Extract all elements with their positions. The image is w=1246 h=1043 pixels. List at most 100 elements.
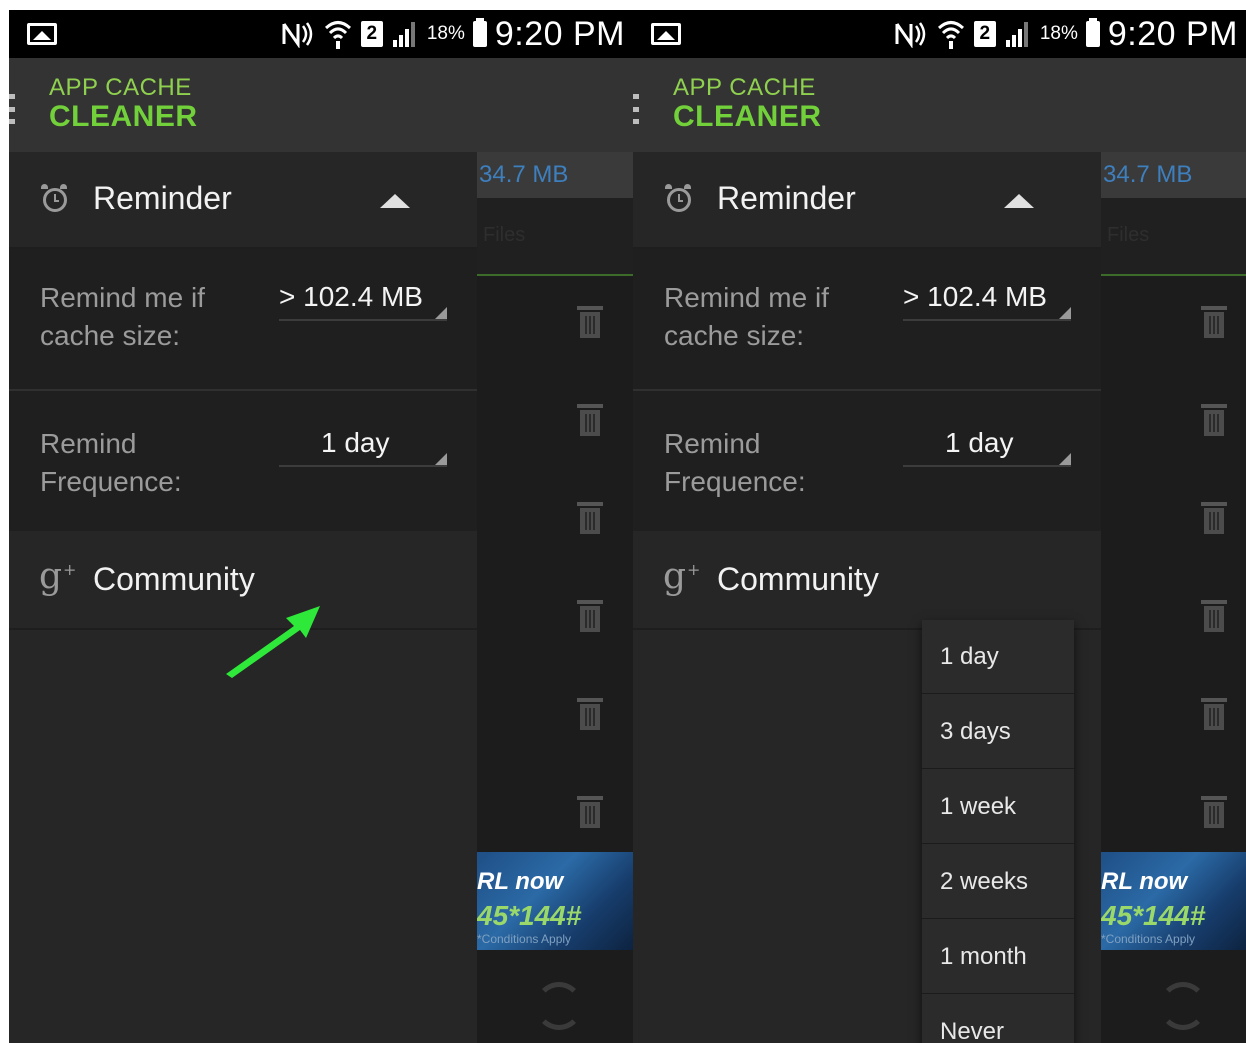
community-label: Community [93,561,255,597]
signal-icon [391,20,419,48]
battery-percent: 18% [1039,23,1078,44]
frequency-spinner-value: 1 day [945,427,1014,458]
frequency-setting-row: Remind Frequence: 1 day [633,391,1101,531]
frequency-dropdown: 1 day 3 days 1 week 2 weeks 1 month Neve… [922,620,1074,1043]
cache-size-spinner-value: > 102.4 MB [279,281,423,312]
nfc-mute-icon [894,20,928,48]
navigation-drawer: Reminder Remind me if cache size: > 102.… [9,152,477,1043]
ad-line2: 45*144# [1101,900,1206,931]
frequency-option[interactable]: 1 month [922,920,1074,994]
main-content-behind-drawer: 34.7 MB l Files RL now 45*144# *Conditio… [473,152,633,1043]
battery-icon [472,18,487,47]
ad-banner[interactable]: RL now 45*144# *Conditions Apply [1101,852,1246,950]
frequency-spinner[interactable]: 1 day [279,427,447,467]
drawer-toggle-icon[interactable] [9,94,15,124]
nfc-mute-icon [281,20,315,48]
alarm-clock-icon [41,184,67,212]
cache-size-value: 34.7 MB [1103,161,1193,188]
frequency-setting-row: Remind Frequence: 1 day [9,391,477,531]
spinner-arrow-icon [1059,453,1071,465]
gallery-notification-icon [27,23,57,45]
main-content-behind-drawer: 34.7 MB l Files RL now 45*144# *Conditio… [1097,152,1246,1043]
reminder-title: Reminder [717,180,856,216]
ad-line1: RL now [1101,868,1188,895]
cache-size-spinner[interactable]: > 102.4 MB [279,281,447,321]
files-tab-label: l Files [1097,224,1150,246]
sim-slot-icon: 2 [973,21,996,47]
files-tab-label: l Files [473,224,526,246]
app-logo: APP CACHE CLEANER [673,76,822,132]
frequency-option[interactable]: 1 day [922,620,1074,694]
ad-banner[interactable]: RL now 45*144# *Conditions Apply [477,852,633,950]
signal-icon [1004,20,1032,48]
community-label: Community [717,561,879,597]
frequency-option[interactable]: Never [922,995,1074,1043]
ad-line2: 45*144# [477,900,582,931]
frequency-option[interactable]: 3 days [922,695,1074,769]
app-title-line2: CLEANER [673,100,822,133]
gallery-notification-icon [651,23,681,45]
cache-size-value: 34.7 MB [479,161,569,188]
drawer-toggle-icon[interactable] [633,94,639,124]
ad-line3: *Conditions Apply [1101,932,1196,946]
reminder-section-header[interactable]: Reminder [633,152,1101,249]
trash-icon[interactable] [577,698,603,730]
trash-icon[interactable] [1201,600,1227,632]
caret-up-icon[interactable] [1004,194,1034,208]
remind-frequency-label: Remind Frequence: [40,428,182,497]
google-plus-icon: g+ [663,556,701,597]
cache-size-header: 34.7 MB [477,152,633,198]
frequency-spinner-value: 1 day [321,427,390,458]
remind-size-label: Remind me if cache size: [40,282,205,351]
app-bar: APP CACHE CLEANER [9,58,633,152]
google-plus-icon: g+ [39,556,77,597]
app-title-line1: APP CACHE [49,74,192,101]
cache-size-setting-row: Remind me if cache size: > 102.4 MB [633,249,1101,389]
sim-slot-icon: 2 [360,21,383,47]
remind-size-label: Remind me if cache size: [664,282,829,351]
trash-icon[interactable] [1201,306,1227,338]
spinner-arrow-icon [435,453,447,465]
wifi-icon [936,18,966,50]
community-item[interactable]: g+ Community [633,533,1101,630]
caret-up-icon[interactable] [380,194,410,208]
cache-size-header: 34.7 MB [1101,152,1246,198]
status-bar: 2 18% 9:20 PM [9,10,633,58]
reminder-title: Reminder [93,180,232,216]
app-logo: APP CACHE CLEANER [49,76,198,132]
frequency-option[interactable]: 2 weeks [922,845,1074,919]
ad-line1: RL now [477,868,564,895]
screen-right: 2 18% 9:20 PM APP CACHE CLEANER 34.7 MB … [633,10,1246,1043]
app-title-line2: CLEANER [49,100,198,133]
trash-icon[interactable] [577,306,603,338]
trash-icon[interactable] [577,796,603,828]
clock-time: 9:20 PM [1107,14,1238,53]
clock-time: 9:20 PM [494,14,625,53]
trash-icon[interactable] [577,404,603,436]
trash-icon[interactable] [1201,698,1227,730]
alarm-clock-icon [665,184,691,212]
spinner-arrow-icon [1059,307,1071,319]
refresh-icon[interactable] [1159,982,1207,1030]
frequency-option[interactable]: 1 week [922,770,1074,844]
trash-icon[interactable] [577,502,603,534]
cache-size-spinner[interactable]: > 102.4 MB [903,281,1071,321]
screen-left: 2 18% 9:20 PM APP CACHE CLEANER 34.7 MB … [9,10,633,1043]
trash-icon[interactable] [1201,404,1227,436]
trash-icon[interactable] [577,600,603,632]
app-title-line1: APP CACHE [673,74,816,101]
refresh-icon[interactable] [535,982,583,1030]
trash-icon[interactable] [1201,502,1227,534]
files-tab[interactable]: l Files [1097,198,1246,276]
battery-icon [1085,18,1100,47]
remind-frequency-label: Remind Frequence: [664,428,806,497]
cache-size-spinner-value: > 102.4 MB [903,281,1047,312]
reminder-section-header[interactable]: Reminder [9,152,477,249]
files-tab[interactable]: l Files [473,198,633,276]
frequency-spinner[interactable]: 1 day [903,427,1071,467]
ad-line3: *Conditions Apply [477,932,572,946]
navigation-drawer: Reminder Remind me if cache size: > 102.… [633,152,1101,1043]
wifi-icon [323,18,353,50]
trash-icon[interactable] [1201,796,1227,828]
spinner-arrow-icon [435,307,447,319]
